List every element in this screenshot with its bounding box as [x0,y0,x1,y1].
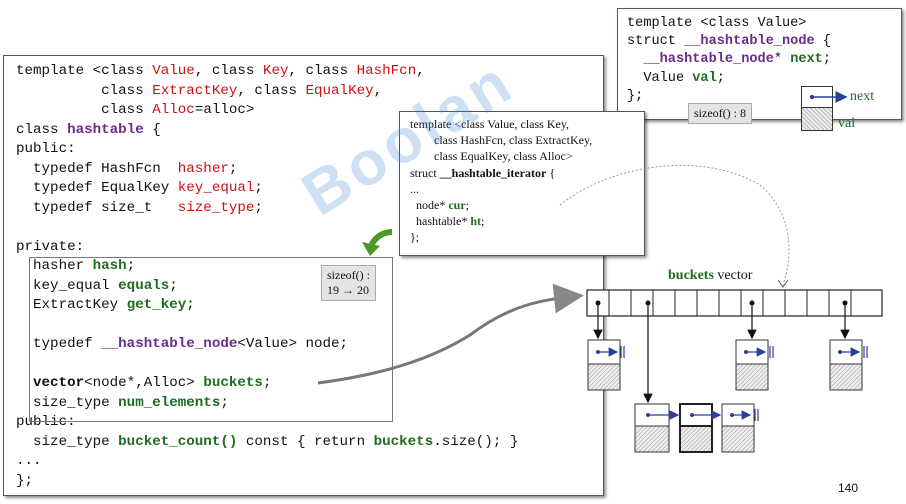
list-node-3 [829,339,868,391]
buckets-to-vector-curve [317,283,584,385]
list-node-chain [634,403,759,453]
page-number: 140 [838,481,859,495]
list-node-1 [587,339,625,391]
node-next-dot [809,94,815,100]
iterator-to-node-curve [559,164,790,286]
bucket-vector-cells [586,289,883,317]
list-node-2 [735,339,774,391]
bucket-diagram [317,91,883,453]
